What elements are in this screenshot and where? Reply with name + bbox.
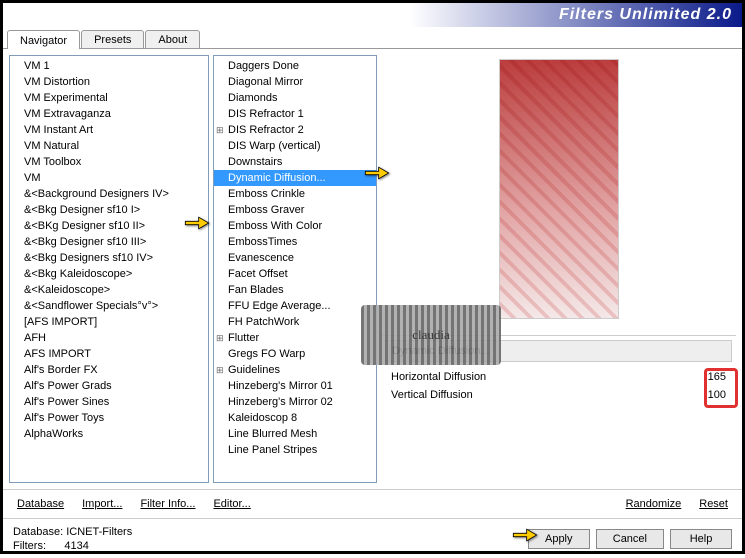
list-item[interactable]: Emboss Crinkle [214, 186, 376, 202]
param-label: Vertical Diffusion [391, 389, 696, 401]
title-bar: Filters Unlimited 2.0 [3, 3, 742, 27]
list-item[interactable]: Line Panel Stripes [214, 442, 376, 458]
list-item[interactable]: &<Sandflower Specials°v°> [10, 298, 208, 314]
list-item[interactable]: VM [10, 170, 208, 186]
list-item[interactable]: VM Experimental [10, 90, 208, 106]
filter-info-link[interactable]: Filter Info... [136, 496, 199, 512]
list-item[interactable]: &<Background Designers IV> [10, 186, 208, 202]
list-item[interactable]: Diagonal Mirror [214, 74, 376, 90]
db-value: ICNET-Filters [66, 526, 132, 538]
param-label: Horizontal Diffusion [391, 371, 696, 383]
filters-label: Filters: [13, 540, 46, 552]
reset-link[interactable]: Reset [695, 496, 732, 512]
list-item[interactable]: &<Kaleidoscope> [10, 282, 208, 298]
list-item[interactable]: VM Natural [10, 138, 208, 154]
list-item[interactable]: DIS Refractor 1 [214, 106, 376, 122]
tab-about[interactable]: About [145, 30, 200, 48]
list-item[interactable]: Alf's Border FX [10, 362, 208, 378]
list-item[interactable]: DIS Refractor 2 [214, 122, 376, 138]
cancel-button[interactable]: Cancel [596, 529, 664, 549]
param-row-vertical[interactable]: Vertical Diffusion 100 [385, 386, 732, 404]
db-label: Database: [13, 526, 63, 538]
app-title: Filters Unlimited 2.0 [559, 6, 732, 24]
list-item[interactable]: &<BKg Designer sf10 II> [10, 218, 208, 234]
preview-area: claudia [381, 55, 736, 335]
list-item[interactable]: Downstairs [214, 154, 376, 170]
list-item[interactable]: Line Blurred Mesh [214, 426, 376, 442]
param-value: 100 [696, 389, 726, 401]
filters-value: 4134 [64, 540, 88, 552]
list-item[interactable]: AFS IMPORT [10, 346, 208, 362]
param-value: 165 [696, 371, 726, 383]
list-item[interactable]: Dynamic Diffusion... [214, 170, 376, 186]
filter-column: Daggers DoneDiagonal MirrorDiamondsDIS R… [213, 55, 377, 483]
preview-image [499, 59, 619, 319]
list-item[interactable]: AlphaWorks [10, 426, 208, 442]
list-item[interactable]: Fan Blades [214, 282, 376, 298]
list-item[interactable]: Kaleidoscop 8 [214, 410, 376, 426]
list-item[interactable]: Hinzeberg's Mirror 01 [214, 378, 376, 394]
help-button[interactable]: Help [670, 529, 732, 549]
database-link[interactable]: Database [13, 496, 68, 512]
list-item[interactable]: VM 1 [10, 58, 208, 74]
footer: Database: ICNET-Filters Filters: 4134 Ap… [3, 518, 742, 558]
list-item[interactable]: Hinzeberg's Mirror 02 [214, 394, 376, 410]
list-item[interactable]: Alf's Power Toys [10, 410, 208, 426]
list-item[interactable]: DIS Warp (vertical) [214, 138, 376, 154]
list-item[interactable]: Gregs FO Warp [214, 346, 376, 362]
link-button-row: Database Import... Filter Info... Editor… [3, 489, 742, 518]
list-item[interactable]: Emboss Graver [214, 202, 376, 218]
preview-column: claudia Dynamic Diffusion... Horizontal … [381, 55, 736, 483]
list-item[interactable]: EmbossTimes [214, 234, 376, 250]
list-item[interactable]: Flutter [214, 330, 376, 346]
apply-button[interactable]: Apply [528, 529, 590, 549]
import-link[interactable]: Import... [78, 496, 126, 512]
param-row-horizontal[interactable]: Horizontal Diffusion 165 [385, 368, 732, 386]
filter-list[interactable]: Daggers DoneDiagonal MirrorDiamondsDIS R… [213, 55, 377, 483]
randomize-link[interactable]: Randomize [622, 496, 686, 512]
list-item[interactable]: &<Bkg Kaleidoscope> [10, 266, 208, 282]
category-column: VM 1VM DistortionVM ExperimentalVM Extra… [9, 55, 209, 483]
tab-presets[interactable]: Presets [81, 30, 144, 48]
list-item[interactable]: Diamonds [214, 90, 376, 106]
list-item[interactable]: FH PatchWork [214, 314, 376, 330]
list-item[interactable]: Guidelines [214, 362, 376, 378]
list-item[interactable]: &<Bkg Designers sf10 IV> [10, 250, 208, 266]
list-item[interactable]: FFU Edge Average... [214, 298, 376, 314]
list-item[interactable]: Alf's Power Grads [10, 378, 208, 394]
list-item[interactable]: AFH [10, 330, 208, 346]
main-area: VM 1VM DistortionVM ExperimentalVM Extra… [3, 49, 742, 489]
list-item[interactable]: Alf's Power Sines [10, 394, 208, 410]
watermark: claudia [361, 305, 501, 365]
list-item[interactable]: Daggers Done [214, 58, 376, 74]
list-item[interactable]: Evanescence [214, 250, 376, 266]
list-item[interactable]: Facet Offset [214, 266, 376, 282]
tab-strip: Navigator Presets About [3, 27, 742, 49]
footer-info: Database: ICNET-Filters Filters: 4134 [13, 525, 132, 553]
list-item[interactable]: [AFS IMPORT] [10, 314, 208, 330]
list-item[interactable]: VM Extravaganza [10, 106, 208, 122]
list-item[interactable]: Emboss With Color [214, 218, 376, 234]
tab-navigator[interactable]: Navigator [7, 30, 80, 49]
list-item[interactable]: VM Instant Art [10, 122, 208, 138]
list-item[interactable]: VM Distortion [10, 74, 208, 90]
list-item[interactable]: &<Bkg Designer sf10 III> [10, 234, 208, 250]
editor-link[interactable]: Editor... [209, 496, 254, 512]
category-list[interactable]: VM 1VM DistortionVM ExperimentalVM Extra… [9, 55, 209, 483]
list-item[interactable]: &<Bkg Designer sf10 I> [10, 202, 208, 218]
list-item[interactable]: VM Toolbox [10, 154, 208, 170]
